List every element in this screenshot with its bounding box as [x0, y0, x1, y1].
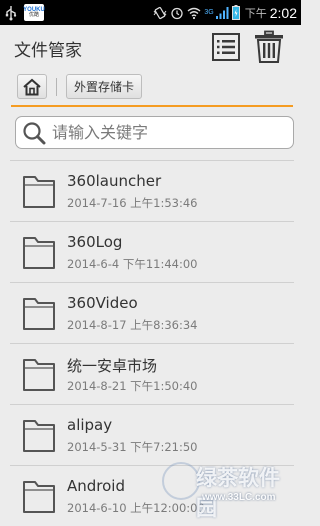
status-time: 2:02	[269, 4, 297, 21]
file-list: 360launcher 2014-7-16 上午1:53:46 360Log 2014…	[10, 160, 294, 526]
list-item[interactable]: 统一安卓市场 2014-8-21 下午1:50:40	[10, 343, 294, 404]
file-date: 2014-8-21 下午1:50:40	[67, 379, 198, 393]
youku-sub: 优酷	[28, 12, 39, 18]
status-bar: YOUKU 优酷 3G 下午 2:02	[0, 0, 301, 25]
app-header: 文件管家	[0, 25, 301, 70]
file-date: 2014-6-10 上午12:00:00	[67, 501, 205, 515]
signal-icon	[215, 6, 229, 19]
list-item[interactable]: 360Video 2014-8-17 上午8:36:34	[10, 282, 294, 343]
wifi-icon	[187, 7, 201, 19]
file-name: 统一安卓市场	[67, 357, 158, 375]
breadcrumb-separator	[56, 78, 57, 96]
file-name: 360Video	[67, 294, 138, 312]
file-date: 2014-5-31 下午7:21:50	[67, 440, 198, 454]
vibrate-icon	[154, 6, 167, 19]
folder-icon	[23, 237, 55, 269]
file-name: alipay	[67, 416, 113, 434]
folder-icon	[23, 176, 55, 208]
file-name: Android	[67, 477, 125, 495]
home-icon	[23, 78, 41, 95]
file-date: 2014-8-17 上午8:36:34	[67, 318, 198, 332]
home-button[interactable]	[17, 74, 47, 99]
file-date: 2014-7-16 上午1:53:46	[67, 196, 198, 210]
status-ampm: 下午	[244, 6, 267, 20]
youku-icon: YOUKU 优酷	[23, 4, 45, 21]
alarm-icon	[171, 7, 184, 19]
folder-icon	[23, 420, 55, 452]
breadcrumb: 外置存储卡	[0, 70, 301, 104]
folder-icon	[23, 481, 55, 513]
file-name: 360Log	[67, 233, 123, 251]
list-item[interactable]: Android 2014-6-10 上午12:00:00	[10, 465, 294, 526]
list-icon[interactable]	[210, 31, 242, 63]
file-date: 2014-6-4 下午11:44:00	[67, 257, 198, 271]
accent-divider	[11, 105, 293, 107]
list-item[interactable]: alipay 2014-5-31 下午7:21:50	[10, 404, 294, 465]
app-title: 文件管家	[14, 41, 82, 61]
status-bar-right: 3G 下午 2:02	[153, 0, 297, 25]
breadcrumb-item-external-storage[interactable]: 外置存储卡	[66, 74, 143, 99]
status-bar-left: YOUKU 优酷	[4, 0, 45, 25]
file-name: 360launcher	[67, 172, 162, 190]
folder-icon	[23, 359, 55, 391]
list-item[interactable]: 360Log 2014-6-4 下午11:44:00	[10, 221, 294, 282]
trash-icon[interactable]	[253, 30, 285, 64]
battery-icon	[231, 5, 240, 20]
search-box	[15, 116, 294, 149]
usb-icon	[5, 5, 17, 20]
folder-icon	[23, 298, 55, 330]
search-input[interactable]	[52, 121, 282, 144]
search-icon	[23, 122, 46, 145]
list-item[interactable]: 360launcher 2014-7-16 上午1:53:46	[10, 160, 294, 221]
network-type: 3G	[204, 9, 214, 16]
